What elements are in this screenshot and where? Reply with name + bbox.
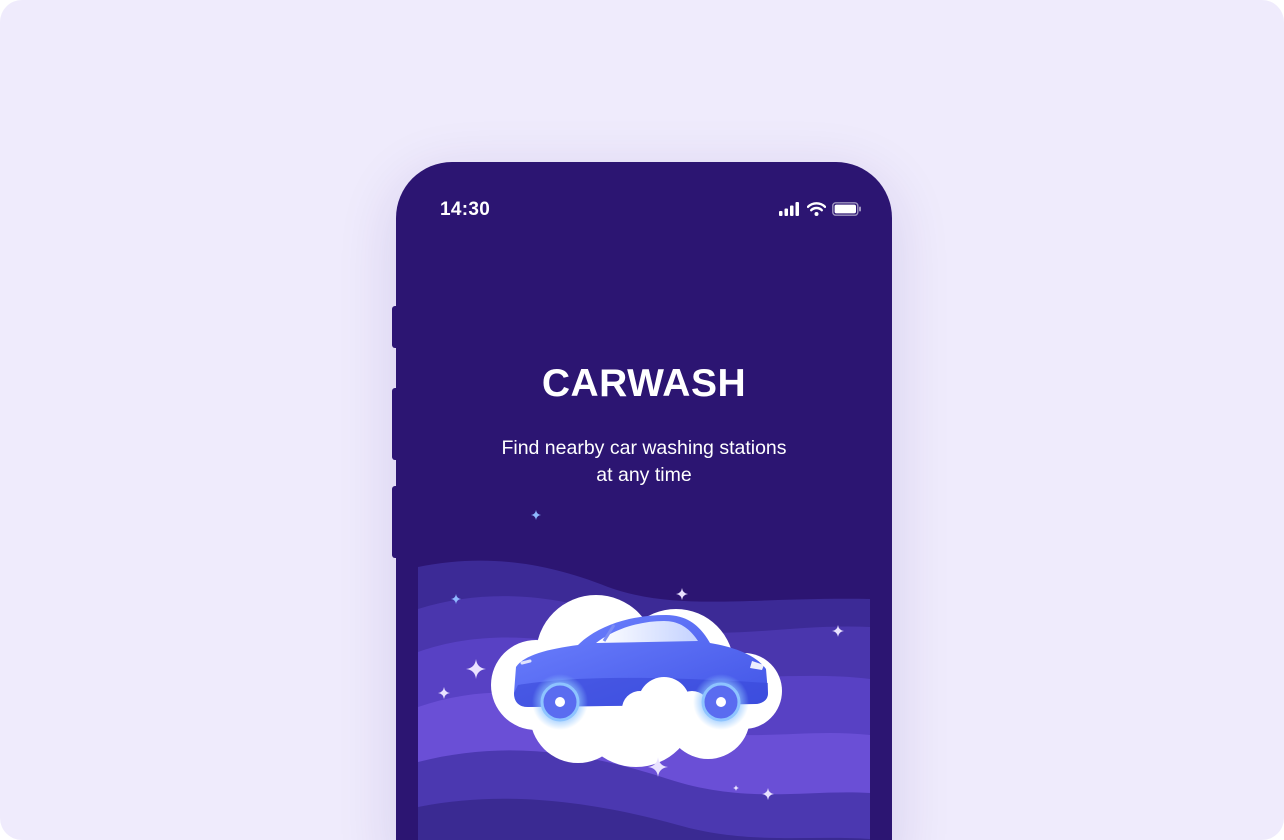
- status-bar-time: 14:30: [440, 199, 491, 220]
- app-tagline-line-1: Find nearby car washing stations: [501, 437, 787, 459]
- carwash-illustration: [418, 560, 870, 840]
- battery-icon: [832, 202, 861, 216]
- signal-icon: [779, 202, 799, 216]
- phone-screen: 14:30 CARWASH Find nearby car washing st…: [396, 162, 892, 840]
- app-title: CARWASH: [541, 362, 747, 405]
- sparkle-icon: [531, 510, 541, 520]
- status-bar-icons: [779, 202, 862, 216]
- app-tagline-line-2: at any time: [596, 464, 692, 486]
- wifi-icon: [807, 202, 826, 216]
- sparkle-icon: [676, 588, 688, 600]
- page-background: 14:30 CARWASH Find nearby car washing st…: [0, 0, 1284, 840]
- app-tagline: Find nearby car washing stations at any …: [396, 435, 892, 489]
